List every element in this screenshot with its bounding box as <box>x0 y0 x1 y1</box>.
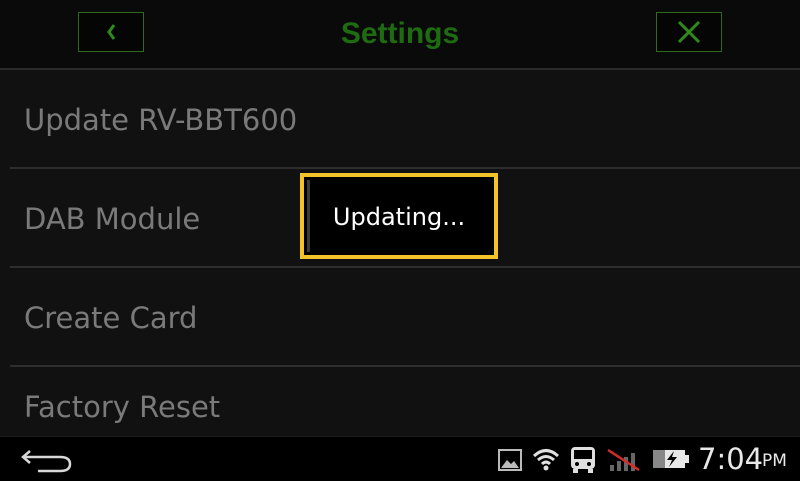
android-back-icon <box>21 450 72 473</box>
close-icon <box>677 20 701 44</box>
settings-item-update-rv-bbt600[interactable]: Update RV-BBT600 <box>0 70 800 168</box>
settings-item-label: Update RV-BBT600 <box>24 103 298 137</box>
battery-charging-icon <box>653 450 689 468</box>
wifi-icon <box>532 449 560 471</box>
status-bar: 7:04 PM <box>0 436 800 481</box>
settings-item-label: Factory Reset <box>24 390 221 424</box>
no-signal-icon <box>607 448 640 472</box>
image-notification-icon <box>498 449 522 471</box>
page-title: Settings <box>340 17 460 50</box>
settings-item-create-card[interactable]: Create Card <box>0 268 800 366</box>
settings-item-factory-reset[interactable]: Factory Reset <box>0 357 800 436</box>
bus-icon <box>571 447 595 473</box>
nav-back-button[interactable] <box>20 447 74 477</box>
settings-screen: Settings Update RV-BBT600 DAB Module Cre… <box>0 0 800 436</box>
header-bar: Settings <box>0 0 800 70</box>
settings-item-label: DAB Module <box>24 202 201 236</box>
clock-time: 7:04 <box>698 442 764 476</box>
updating-dialog: Updating... <box>300 173 498 259</box>
back-button[interactable] <box>78 12 144 52</box>
chevron-left-icon <box>107 24 116 40</box>
updating-message: Updating... <box>332 203 466 231</box>
clock-ampm: PM <box>762 451 787 471</box>
close-button[interactable] <box>656 12 722 52</box>
settings-item-label: Create Card <box>24 301 198 335</box>
